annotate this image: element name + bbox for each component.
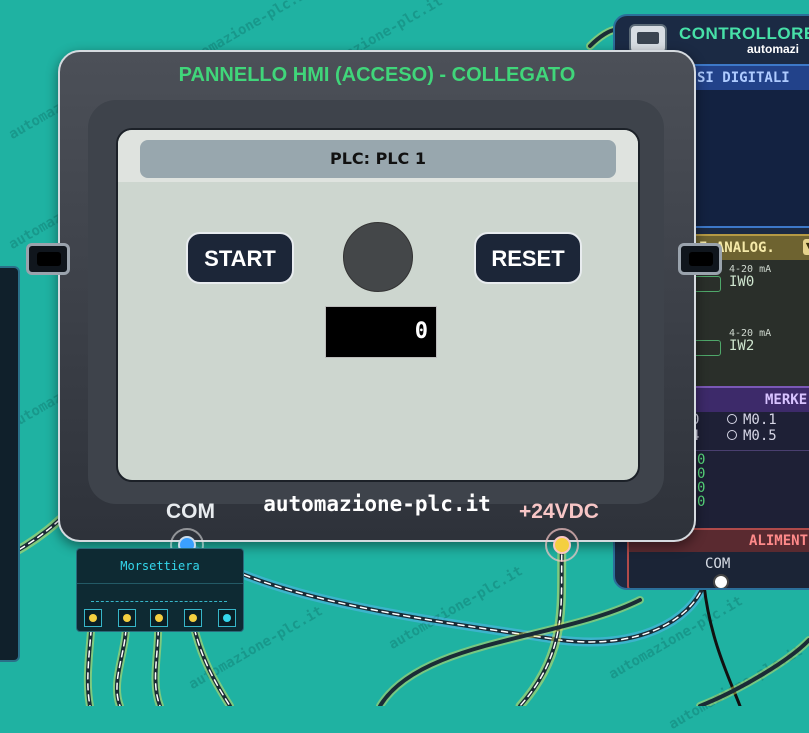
digital-inputs-header: SI DIGITALI [689, 66, 809, 90]
indicator-lamp [343, 222, 413, 292]
power-com-terminal[interactable] [713, 574, 729, 588]
power-com-label: COM [705, 556, 731, 572]
counter-display: 0 [325, 306, 437, 358]
plc-subtitle: automazi [747, 42, 800, 56]
left-device-panel [0, 266, 20, 662]
analog-name-1: IW2 [729, 338, 755, 354]
reset-button[interactable]: RESET [474, 232, 582, 284]
terminal-dot-icon [223, 614, 231, 622]
merker-section: MERKE 0 M0.1 4 M0.5 0 0 0 0 [687, 386, 809, 530]
terminal-dot-icon [189, 614, 197, 622]
digital-inputs-section: SI DIGITALI [687, 64, 809, 228]
terminal-dot-icon [155, 614, 163, 622]
plc-title: CONTROLLORE [679, 24, 809, 43]
merker-value-3: 0 [697, 494, 706, 510]
start-button[interactable]: START [186, 232, 294, 284]
chevron-down-icon[interactable]: ▼ [803, 239, 809, 255]
morsettiera-terminal-1[interactable] [84, 609, 102, 627]
hmi-panel[interactable]: PANNELLO HMI (ACCESO) - COLLEGATO PLC: P… [58, 50, 696, 542]
screen-header: PLC: PLC 1 [140, 140, 616, 178]
merker-header: MERKE [689, 388, 809, 412]
hmi-screen: PLC: PLC 1 START RESET 0 [116, 128, 640, 482]
morsettiera-divider [77, 583, 243, 584]
morsettiera-terminal-2[interactable] [118, 609, 136, 627]
analog-name-0: IW0 [729, 274, 755, 290]
24vdc-terminal-label: +24VDC [519, 500, 599, 523]
right-connector[interactable] [678, 243, 722, 275]
morsettiera-bus [91, 601, 227, 603]
morsettiera-terminal-4[interactable] [184, 609, 202, 627]
morsettiera-terminal-5[interactable] [218, 609, 236, 627]
morsettiera-title: Morsettiera [120, 559, 200, 573]
terminal-dot-icon [89, 614, 97, 622]
morsettiera-terminal-3[interactable] [150, 609, 168, 627]
24vdc-terminal[interactable] [553, 536, 571, 554]
merker-item-0[interactable]: M0.1 [727, 412, 777, 428]
merker-radio-icon [727, 430, 737, 440]
merker-radio-icon [727, 414, 737, 424]
merker-divider [689, 450, 809, 451]
left-connector[interactable] [26, 243, 70, 275]
merker-label: M0.5 [743, 428, 777, 444]
terminal-dot-icon [123, 614, 131, 622]
merker-item-1[interactable]: M0.5 [727, 428, 777, 444]
merker-label: M0.1 [743, 412, 777, 428]
hmi-title: PANNELLO HMI (ACCESO) - COLLEGATO [178, 64, 576, 86]
morsettiera[interactable]: Morsettiera [76, 548, 244, 632]
com-terminal-label: COM [166, 500, 215, 523]
